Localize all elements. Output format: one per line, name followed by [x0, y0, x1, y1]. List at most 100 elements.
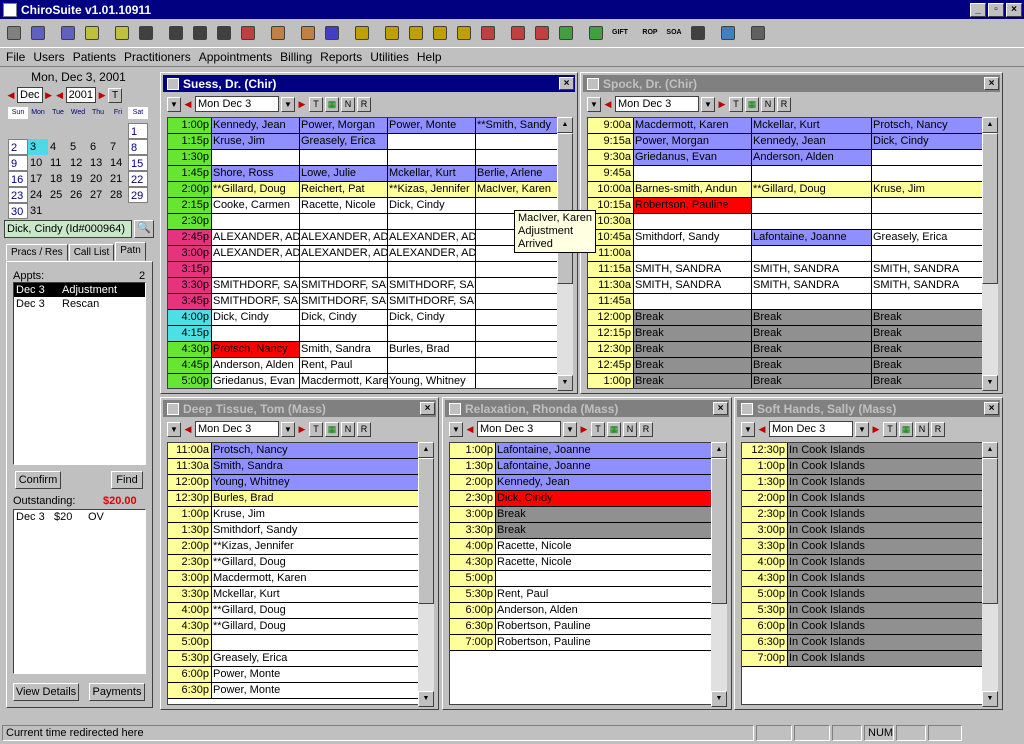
appointment-cell[interactable]: Burles, Brad [388, 342, 476, 357]
user-add-icon[interactable] [189, 22, 211, 44]
time-slot[interactable]: 3:00p [450, 507, 496, 522]
time-slot[interactable]: 6:30p [450, 619, 496, 634]
appointment-cell[interactable]: Break [496, 507, 714, 522]
appointment-cell[interactable]: Dick, Cindy [872, 134, 990, 149]
appointment-cell[interactable]: Break [872, 342, 990, 357]
appointment-cell[interactable]: Berlie, Arlene [476, 166, 562, 181]
time-slot[interactable]: 1:45p [168, 166, 212, 181]
menu-help[interactable]: Help [413, 50, 446, 64]
appointment-cell[interactable]: Macdermott, Karen [212, 571, 422, 586]
appointment-cell[interactable] [388, 214, 476, 229]
appointment-cell[interactable]: In Cook Islands [788, 539, 988, 554]
treat-icon[interactable] [267, 22, 289, 44]
time-slot[interactable]: 1:00p [588, 374, 634, 388]
calendar-day[interactable]: 2 [8, 139, 28, 155]
appointment-cell[interactable]: SMITH, SANDRA [752, 278, 872, 293]
bell-icon[interactable] [405, 22, 427, 44]
search-icon[interactable]: 🔍 [134, 220, 154, 238]
card-icon[interactable] [507, 22, 529, 44]
scroll-thumb[interactable] [982, 458, 998, 604]
appointment-cell[interactable]: Mckellar, Kurt [388, 166, 476, 181]
scroll-thumb[interactable] [982, 133, 998, 284]
appointment-cell[interactable]: SMITHDORF, SAR [300, 294, 388, 309]
appointment-cell[interactable] [300, 150, 388, 165]
tab-patn[interactable]: Patn [115, 242, 146, 261]
next-button[interactable]: N [623, 421, 637, 437]
appointment-cell[interactable]: Rent, Paul [300, 358, 388, 373]
scroll-down-icon[interactable]: ▼ [982, 375, 998, 391]
appointment-cell[interactable]: Young, Whitney [212, 475, 422, 490]
calendar-day[interactable]: 16 [8, 171, 28, 187]
date-dropdown-icon[interactable]: ▼ [563, 421, 577, 437]
calendar-day[interactable]: 21 [108, 171, 128, 187]
time-slot[interactable]: 9:45a [588, 166, 634, 181]
money-icon[interactable] [585, 22, 607, 44]
appointment-cell[interactable] [634, 214, 752, 229]
appointment-cell[interactable]: **Gillard, Doug [752, 182, 872, 197]
appointment-cell[interactable] [872, 166, 990, 181]
appointment-cell[interactable]: Break [752, 342, 872, 357]
time-slot[interactable]: 4:00p [742, 555, 788, 570]
date-field[interactable]: Mon Dec 3 [769, 421, 853, 437]
date-dropdown-icon[interactable]: ▼ [281, 96, 295, 112]
time-slot[interactable]: 9:00a [588, 118, 634, 133]
time-slot[interactable]: 12:15p [588, 326, 634, 341]
appointment-cell[interactable]: SMITHDORF, SAR [300, 278, 388, 293]
appointment-cell[interactable]: Burles, Brad [212, 491, 422, 506]
appointment-cell[interactable] [388, 262, 476, 277]
time-slot[interactable]: 4:00p [168, 603, 212, 618]
refresh-button[interactable]: R [931, 421, 945, 437]
scroll-up-icon[interactable]: ▲ [557, 117, 573, 133]
time-slot[interactable]: 12:45p [588, 358, 634, 373]
dropdown-icon[interactable]: ▼ [741, 421, 755, 437]
grid-icon[interactable]: ▦ [745, 96, 759, 112]
time-slot[interactable]: 5:30p [168, 651, 212, 666]
prev-day-icon[interactable]: ◀ [465, 422, 475, 436]
appointment-cell[interactable]: Lowe, Julie [300, 166, 388, 181]
appointment-cell[interactable] [212, 326, 300, 341]
appointment-cell[interactable]: Dick, Cindy [388, 198, 476, 213]
appointment-cell[interactable] [752, 214, 872, 229]
time-slot[interactable]: 5:00p [450, 571, 496, 586]
treat-icon[interactable] [297, 22, 319, 44]
appointment-cell[interactable]: Break [872, 358, 990, 373]
appointment-cell[interactable]: Kennedy, Jean [752, 134, 872, 149]
time-slot[interactable]: 1:00p [168, 507, 212, 522]
appointment-cell[interactable]: Kennedy, Jean [212, 118, 300, 133]
vertical-scrollbar[interactable]: ▲ ▼ [557, 117, 573, 391]
refresh-button[interactable]: R [639, 421, 653, 437]
appointment-cell[interactable]: In Cook Islands [788, 603, 988, 618]
menu-patients[interactable]: Patients [69, 50, 120, 64]
appointment-cell[interactable]: Power, Morgan [634, 134, 752, 149]
appointment-cell[interactable]: Dick, Cindy [496, 491, 714, 506]
appointment-cell[interactable]: **Kizas, Jennifer [388, 182, 476, 197]
scroll-thumb[interactable] [418, 458, 434, 604]
calendar-day[interactable]: 4 [48, 139, 68, 155]
gift-icon[interactable]: GIFT [609, 22, 631, 44]
date-dropdown-icon[interactable]: ▼ [281, 421, 295, 437]
find-button[interactable]: Find [111, 471, 143, 489]
appointment-cell[interactable] [634, 294, 752, 309]
appointment-cell[interactable] [476, 294, 562, 309]
appointment-cell[interactable]: Greasely, Erica [212, 651, 422, 666]
scroll-down-icon[interactable]: ▼ [982, 691, 998, 707]
appointment-cell[interactable]: Kennedy, Jean [496, 475, 714, 490]
appointment-cell[interactable]: MacIver, Karen [476, 182, 562, 197]
today-button[interactable]: T [883, 421, 897, 437]
grid-icon[interactable]: ▦ [325, 96, 339, 112]
appointment-cell[interactable]: ALEXANDER, ADA [388, 230, 476, 245]
appointment-cell[interactable] [634, 246, 752, 261]
time-slot[interactable]: 6:00p [742, 619, 788, 634]
exit-icon[interactable] [3, 22, 25, 44]
calendar-day[interactable]: 15 [128, 155, 148, 171]
appointment-cell[interactable]: Power, Monte [212, 683, 422, 698]
appointment-cell[interactable] [476, 374, 562, 388]
appointment-cell[interactable] [388, 150, 476, 165]
calendar-day[interactable]: 1 [128, 123, 148, 139]
outstanding-list[interactable]: Dec 3 $20 OV [13, 509, 146, 674]
time-slot[interactable]: 3:45p [168, 294, 212, 309]
next-day-icon[interactable]: ▶ [579, 422, 589, 436]
appointment-cell[interactable]: ALEXANDER, ADA [212, 246, 300, 261]
help-icon[interactable] [321, 22, 343, 44]
appointment-cell[interactable]: Barnes-smith, Andun [634, 182, 752, 197]
